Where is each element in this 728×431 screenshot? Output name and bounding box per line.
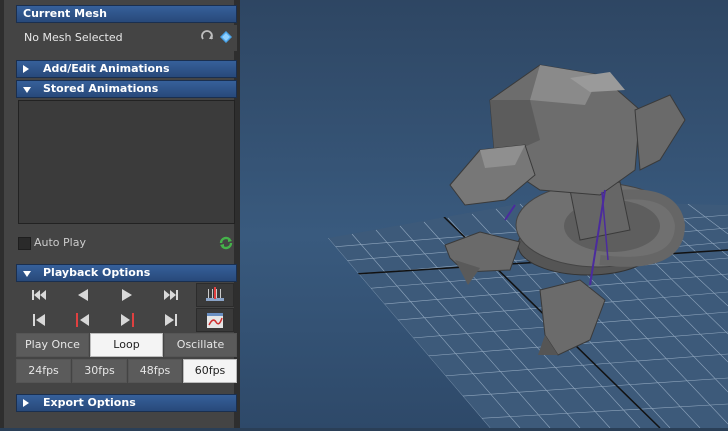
autoplay-row: Auto Play [16, 234, 237, 252]
animation-panel: Current Mesh No Mesh Selected Add/Edit A… [0, 0, 240, 428]
expanded-arrow-icon [23, 87, 31, 93]
play-button[interactable] [106, 284, 148, 306]
last-frame-button[interactable] [150, 309, 192, 331]
stored-animations-header[interactable]: Stored Animations [16, 80, 237, 98]
prev-key-icon [76, 313, 89, 327]
refresh-animations-icon[interactable] [218, 235, 234, 251]
stored-animations-list[interactable] [18, 100, 235, 224]
fps-48-button[interactable]: 48fps [128, 359, 182, 383]
current-mesh-value: No Mesh Selected [24, 31, 123, 44]
last-frame-icon [165, 314, 177, 326]
next-key-button[interactable] [106, 309, 148, 331]
next-key-icon [121, 313, 134, 327]
fps-24-button[interactable]: 24fps [16, 359, 71, 383]
autoplay-checkbox[interactable] [18, 237, 31, 250]
skip-to-end-icon [164, 290, 178, 300]
export-options-header[interactable]: Export Options [16, 394, 237, 412]
current-mesh-header: Current Mesh [16, 5, 237, 23]
export-options-label: Export Options [43, 396, 136, 409]
skip-to-start-button[interactable] [18, 284, 60, 306]
playback-options-header[interactable]: Playback Options [16, 264, 237, 282]
autoplay-label: Auto Play [34, 236, 86, 249]
current-mesh-title: Current Mesh [23, 7, 107, 20]
play-once-button[interactable]: Play Once [16, 333, 89, 357]
3d-viewport[interactable] [240, 0, 728, 428]
first-frame-icon [33, 314, 45, 326]
add-edit-animations-label: Add/Edit Animations [43, 62, 170, 75]
play-icon [122, 289, 132, 301]
step-back-button[interactable] [62, 284, 104, 306]
refresh-mesh-icon[interactable] [200, 30, 214, 44]
expanded-arrow-icon [23, 271, 31, 277]
skip-to-end-button[interactable] [150, 284, 192, 306]
oscillate-button[interactable]: Oscillate [164, 333, 237, 357]
graph-editor-icon [207, 313, 223, 328]
stored-animations-label: Stored Animations [43, 82, 159, 95]
timeline-button[interactable] [196, 283, 234, 307]
fps-30-button[interactable]: 30fps [72, 359, 127, 383]
step-back-icon [78, 289, 88, 301]
playback-options-label: Playback Options [43, 266, 151, 279]
current-mesh-row: No Mesh Selected [16, 25, 237, 51]
add-edit-animations-header[interactable]: Add/Edit Animations [16, 60, 237, 78]
timeline-icon [206, 287, 224, 301]
viewport-scene [328, 64, 728, 428]
skip-to-start-icon [32, 290, 46, 300]
collapsed-arrow-icon [23, 399, 29, 407]
collapsed-arrow-icon [23, 65, 29, 73]
select-mesh-icon[interactable] [219, 30, 233, 44]
loop-button[interactable]: Loop [90, 333, 163, 357]
fps-60-button[interactable]: 60fps [183, 359, 237, 383]
prev-key-button[interactable] [62, 309, 104, 331]
graph-editor-button[interactable] [196, 308, 234, 332]
first-frame-button[interactable] [18, 309, 60, 331]
